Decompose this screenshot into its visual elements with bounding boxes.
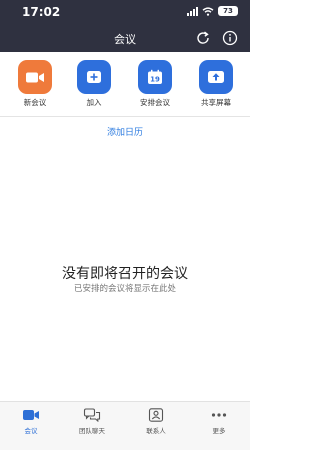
signal-icon [187, 6, 198, 16]
tab-meetings[interactable]: 会议 [6, 408, 56, 435]
tab-label: 会议 [24, 427, 38, 435]
tab-label: 团队聊天 [79, 427, 105, 435]
tab-more[interactable]: 更多 [194, 408, 244, 435]
schedule-button[interactable]: 19 安排会议 [125, 60, 185, 108]
calendar-date: 19 [150, 76, 160, 84]
tab-contacts[interactable]: 联系人 [131, 408, 181, 435]
add-calendar-link[interactable]: 添加日历 [0, 125, 250, 138]
share-screen-button[interactable]: 共享屏幕 [186, 60, 246, 108]
refresh-icon[interactable] [195, 30, 211, 46]
status-indicators: 73 [187, 6, 238, 16]
status-bar: 17:02 73 [0, 0, 250, 24]
new-meeting-label: 新会议 [23, 98, 47, 107]
battery-icon: 73 [218, 6, 238, 16]
tab-label: 更多 [212, 427, 226, 435]
share-screen-label: 共享屏幕 [201, 98, 231, 107]
schedule-label: 安排会议 [140, 98, 170, 107]
status-time: 17:02 [22, 5, 61, 19]
contacts-icon [148, 408, 164, 422]
more-dots-icon [211, 413, 227, 417]
chat-bubbles-icon [83, 408, 101, 422]
join-label: 加入 [86, 98, 102, 107]
join-button[interactable]: 加入 [64, 60, 124, 108]
plus-icon [77, 60, 111, 94]
calendar-icon: 19 [138, 60, 172, 94]
info-icon[interactable] [222, 30, 238, 46]
video-camera-icon [23, 410, 39, 420]
tab-team-chat[interactable]: 团队聊天 [67, 408, 117, 435]
empty-state-subtitle: 已安排的会议将显示在此处 [73, 284, 176, 294]
empty-state-title: 没有即将召开的会议 [62, 266, 188, 282]
nav-bar: 会议 [0, 24, 250, 52]
page-title: 会议 [114, 33, 136, 46]
tab-label: 联系人 [146, 427, 166, 435]
meeting-actions: 新会议 加入 19 安排会议 共享屏幕 [0, 60, 250, 112]
share-screen-icon [199, 60, 233, 94]
new-meeting-button[interactable]: 新会议 [5, 60, 65, 108]
video-camera-icon [18, 60, 52, 94]
tab-bar: 会议 团队聊天 联系人 更多 [0, 401, 250, 450]
wifi-icon [202, 6, 214, 16]
divider [0, 116, 250, 117]
